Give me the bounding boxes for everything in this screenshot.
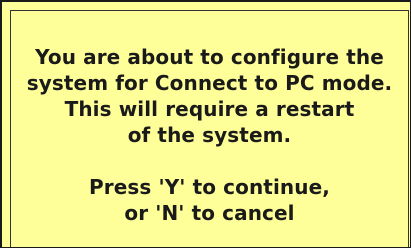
- message-spacer: [11, 148, 408, 174]
- prompt-cancel-line: or 'N' to cancel: [124, 201, 295, 225]
- message-line-3: This will require a restart: [64, 97, 355, 121]
- message-line-4: of the system.: [127, 123, 292, 147]
- message-line-2: system for Connect to PC mode.: [26, 71, 393, 95]
- message-line-1: You are about to configure the: [35, 45, 384, 69]
- dialog-message: You are about to configure the system fo…: [11, 44, 408, 226]
- prompt-continue-line: Press 'Y' to continue,: [89, 175, 330, 199]
- confirmation-dialog: You are about to configure the system fo…: [0, 0, 411, 248]
- dialog-frame: You are about to configure the system fo…: [10, 10, 409, 247]
